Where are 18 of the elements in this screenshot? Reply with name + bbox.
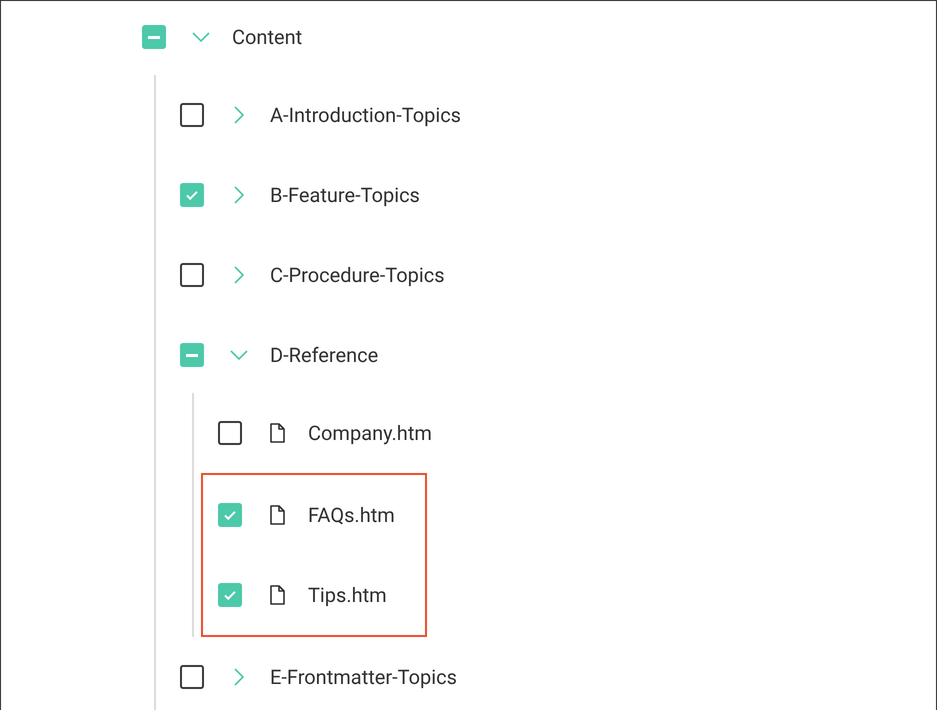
tree-item-label[interactable]: E-Frontmatter-Topics (270, 662, 457, 692)
tree-item-label[interactable]: D-Reference (270, 340, 378, 370)
checkbox[interactable] (218, 583, 242, 607)
checkbox[interactable] (180, 103, 204, 127)
tree-item-label[interactable]: Company.htm (308, 418, 432, 448)
tree-item-label[interactable]: FAQs.htm (308, 500, 395, 530)
checkbox[interactable] (180, 183, 204, 207)
tree-item-label[interactable]: Tips.htm (308, 580, 387, 610)
checkbox[interactable] (218, 503, 242, 527)
tree-item-label[interactable]: C-Procedure-Topics (270, 260, 445, 290)
tree-item-label[interactable]: Content (232, 22, 302, 52)
tree-item-label[interactable]: A-Introduction-Topics (270, 100, 462, 130)
checkbox[interactable] (180, 343, 204, 367)
tree-item-label[interactable]: B-Feature-Topics (270, 180, 420, 210)
checkbox[interactable] (180, 665, 204, 689)
checkbox[interactable] (142, 25, 166, 49)
checkbox[interactable] (218, 421, 242, 445)
checkbox[interactable] (180, 263, 204, 287)
